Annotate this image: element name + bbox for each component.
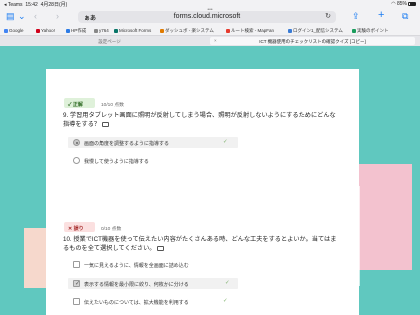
status-left: ◂ Teams 15:42 4月28日(月) xyxy=(4,2,68,8)
hp-icon xyxy=(66,28,70,33)
q10-option-2[interactable]: 表示する情報を最小限に絞り、何枚かに分ける ✓ xyxy=(73,280,293,289)
correct-badge: ✓ 正解 xyxy=(64,98,95,108)
q9-option-1[interactable]: 画面の角度を調整するように指導する ✓ xyxy=(73,139,273,148)
address-bar[interactable]: ぁあ forms.cloud.microsoft ↻ xyxy=(78,11,336,23)
q9-text: 9. 学習用タブレット画面に照明が反射してしまう場合、照明が反射しないようにする… xyxy=(63,112,336,128)
mapfan-icon xyxy=(226,28,230,33)
forward-icon[interactable]: › xyxy=(56,11,59,21)
bookmark-yahoo[interactable]: Yahoo! xyxy=(36,28,55,33)
sidebar-chevron-icon[interactable]: ⌄ xyxy=(18,11,26,21)
checkbox-checked[interactable] xyxy=(73,280,80,287)
reload-icon[interactable]: ↻ xyxy=(325,12,331,20)
q9-score: 10/10 点数 xyxy=(101,102,124,108)
page-content: ✓ 正解 10/10 点数 9. 学習用タブレット画面に照明が反射してしまう場合… xyxy=(0,46,420,315)
login-icon xyxy=(288,28,292,33)
tab-bar: 設定ページ × ICT 機器使用のチェックリストの確認クイズ [コピー] xyxy=(0,36,420,46)
battery-percent: 85% xyxy=(396,1,407,7)
tab-settings-page[interactable]: 設定ページ xyxy=(12,37,207,45)
bookmark-y764[interactable]: y764 xyxy=(94,28,109,33)
bookmark-hp[interactable]: HP作成 xyxy=(66,28,86,34)
q10-score: 0/10 点数 xyxy=(101,226,122,232)
battery-icon xyxy=(408,1,416,6)
bookmark-experiment[interactable]: 実験のポイント xyxy=(352,28,389,34)
quiz-card: ✓ 正解 10/10 点数 9. 学習用タブレット画面に照明が反射してしまう場合… xyxy=(46,69,359,315)
immersive-reader-icon[interactable] xyxy=(102,121,110,127)
correct-check-icon: ✓ xyxy=(225,280,230,286)
q9-option-2[interactable]: 我慢して使うように指導する xyxy=(73,157,273,166)
q10-option-1[interactable]: 一気に見えるように、情報を全画面に詰め込む xyxy=(73,261,293,270)
q10-text: 10. 授業でICT機器を使って伝えたい内容がたくさんある時、どんな工夫をすると… xyxy=(63,236,337,252)
bookmark-mapfan[interactable]: ルート検索 - MapFan xyxy=(226,28,274,34)
radio-unselected[interactable] xyxy=(73,157,80,164)
bookmark-google[interactable]: Google xyxy=(4,28,24,33)
decorative-peach-block xyxy=(24,228,46,288)
experiment-icon xyxy=(352,28,356,33)
bookmark-ms-forms[interactable]: Microsoft Forms xyxy=(114,28,151,33)
radio-selected[interactable] xyxy=(73,139,80,146)
browser-toolbar: ▤ ⌄ ‹ › ••• ぁあ forms.cloud.microsoft ↻ ⇪… xyxy=(0,8,420,26)
status-right: ◠ 85% xyxy=(391,1,416,7)
back-icon[interactable]: ‹ xyxy=(34,11,37,21)
checkbox-unchecked[interactable] xyxy=(73,261,80,268)
dashboard-icon xyxy=(160,28,164,33)
bookmark-login[interactable]: ログイン1_配信システム xyxy=(288,28,343,34)
yahoo-icon xyxy=(36,28,40,33)
immersive-reader-icon[interactable] xyxy=(157,245,165,251)
url-text[interactable]: forms.cloud.microsoft xyxy=(78,13,336,20)
google-icon xyxy=(4,28,8,33)
q10-option-3[interactable]: 伝えたいものについては、拡大機能を利用する ✓ xyxy=(73,298,293,307)
close-tab-icon[interactable]: × xyxy=(214,38,217,43)
tab-ict-quiz[interactable]: × ICT 機器使用のチェックリストの確認クイズ [コピー] xyxy=(210,37,415,45)
bookmarks-bar: Google Yahoo! HP作成 y764 Microsoft Forms … xyxy=(0,26,420,36)
wrong-badge: ✕ 誤り xyxy=(64,222,95,232)
y764-icon xyxy=(94,28,98,33)
forms-icon xyxy=(114,28,118,33)
sidebar-icon[interactable]: ▤ xyxy=(6,11,15,21)
wifi-icon: ◠ xyxy=(391,1,396,7)
checkbox-unchecked[interactable] xyxy=(73,298,80,305)
new-tab-icon[interactable]: + xyxy=(378,10,384,21)
bookmark-dashboard[interactable]: ダッシュボ - 楽システム xyxy=(160,28,214,34)
correct-check-icon: ✓ xyxy=(223,139,228,145)
share-icon[interactable]: ⇪ xyxy=(352,11,360,21)
tab-overview-icon[interactable]: ⧉ xyxy=(402,11,408,21)
correct-check-icon: ✓ xyxy=(223,298,228,304)
